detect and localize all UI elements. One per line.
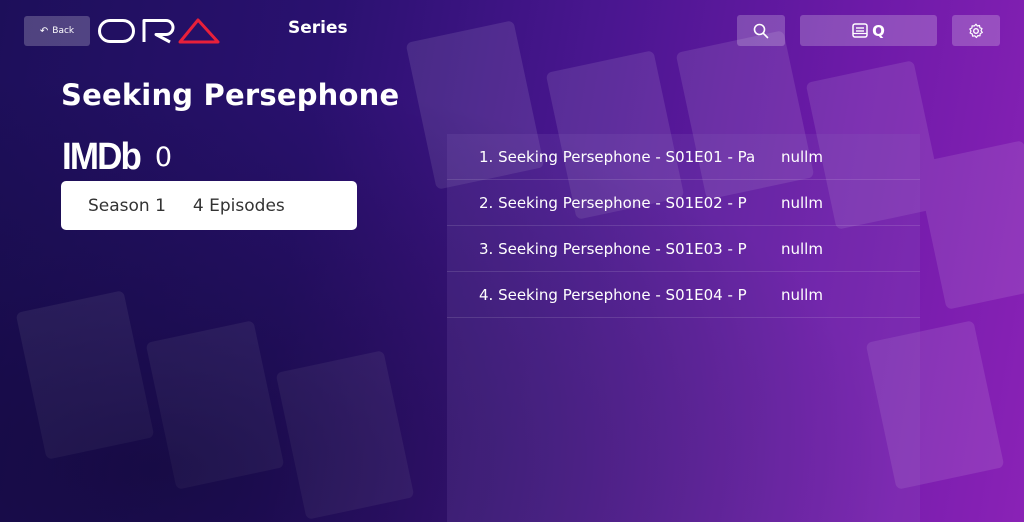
- undo-arrow-icon: ↶: [39, 25, 49, 37]
- season-name: Season 1: [88, 195, 166, 216]
- search-icon: [753, 23, 769, 38]
- episode-duration: nullm: [781, 285, 823, 304]
- imdb-logo: IMDb: [62, 136, 142, 178]
- episode-duration: nullm: [781, 239, 823, 258]
- search-button[interactable]: [737, 15, 785, 46]
- settings-button[interactable]: [952, 15, 1000, 46]
- list-box-icon: [852, 23, 868, 38]
- episode-title: 4. Seeking Persephone - S01E04 - P: [479, 285, 747, 304]
- season-selector-item[interactable]: Season 1 4 Episodes: [61, 181, 357, 230]
- back-button[interactable]: ↶ Back: [24, 16, 90, 46]
- episode-title: 3. Seeking Persephone - S01E03 - P: [479, 239, 747, 258]
- gear-icon: [969, 23, 983, 38]
- episode-title: 1. Seeking Persephone - S01E01 - Pa: [479, 147, 754, 166]
- queue-button-label: Q: [872, 21, 885, 40]
- series-title: Seeking Persephone: [61, 78, 400, 112]
- top-bar: ↶ Back Series Q: [0, 0, 1024, 62]
- episode-row[interactable]: 1. Seeking Persephone - S01E01 - Pa null…: [447, 134, 920, 180]
- episode-row[interactable]: 4. Seeking Persephone - S01E04 - P nullm: [447, 272, 920, 318]
- ora-logo[interactable]: [98, 18, 220, 44]
- season-episode-count: 4 Episodes: [192, 195, 285, 216]
- imdb-rating-value: 0: [154, 141, 173, 173]
- episode-row[interactable]: 3. Seeking Persephone - S01E03 - P nullm: [447, 226, 920, 272]
- episode-title: 2. Seeking Persephone - S01E02 - P: [479, 193, 747, 212]
- imdb-rating: IMDb 0: [62, 138, 172, 176]
- queue-button[interactable]: Q: [800, 15, 937, 46]
- page-section-title: Series: [288, 18, 348, 38]
- episode-list: 1. Seeking Persephone - S01E01 - Pa null…: [447, 134, 920, 522]
- episode-duration: nullm: [781, 193, 823, 212]
- episode-row[interactable]: 2. Seeking Persephone - S01E02 - P nullm: [447, 180, 920, 226]
- episode-duration: nullm: [781, 147, 823, 166]
- back-button-label: Back: [52, 26, 75, 36]
